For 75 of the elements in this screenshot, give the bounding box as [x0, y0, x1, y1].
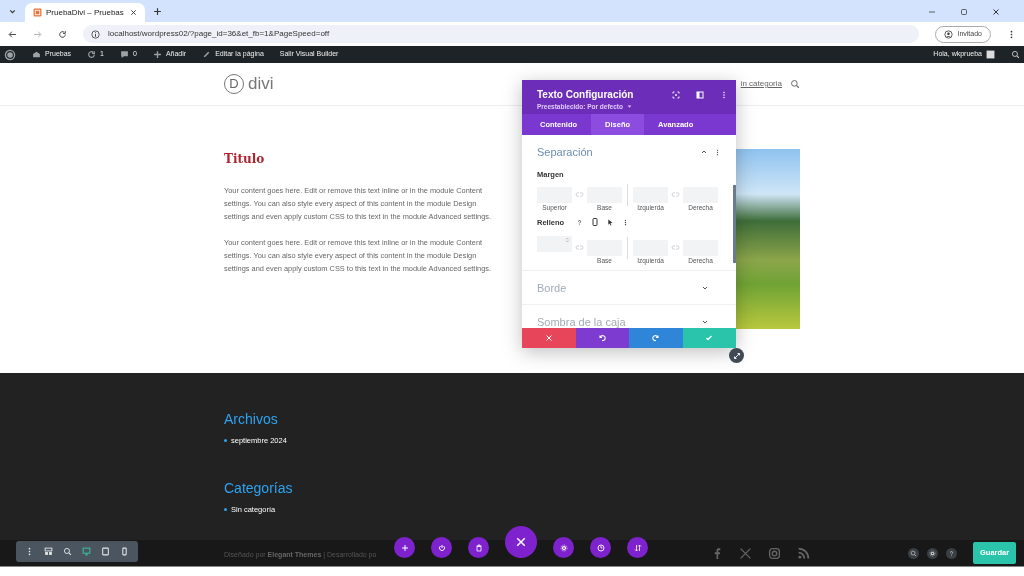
undo-icon	[598, 334, 607, 342]
rss-icon[interactable]	[797, 547, 810, 560]
sort-button[interactable]	[627, 537, 648, 558]
address-bar[interactable]: localhost/wordpress02/?page_id=36&et_fb=1&PageSpeed=off	[83, 25, 920, 43]
panel-title: Texto Configuración	[537, 88, 635, 102]
new-tab-icon[interactable]	[153, 7, 162, 16]
add-button[interactable]	[394, 537, 415, 558]
resize-handle[interactable]	[729, 348, 744, 363]
trash-icon	[474, 543, 483, 552]
expand-icon[interactable]	[672, 91, 680, 99]
favicon-icon	[33, 8, 42, 17]
pencil-icon	[202, 50, 212, 59]
power-icon	[437, 543, 446, 552]
resize-icon	[732, 351, 741, 360]
site-logo[interactable]: D divi	[224, 71, 274, 97]
caret-icon	[627, 104, 632, 110]
nav-link[interactable]: in categoria	[740, 78, 782, 90]
close-icon[interactable]	[130, 9, 137, 16]
avatar-icon	[986, 50, 995, 59]
close-icon	[515, 536, 527, 548]
checkmark-icon	[705, 334, 714, 342]
refresh-icon	[87, 50, 97, 59]
section-title[interactable]: Separación	[537, 144, 700, 161]
plus-icon	[152, 50, 162, 59]
settings-icon	[929, 549, 936, 557]
instagram-icon[interactable]	[768, 547, 781, 560]
power-button[interactable]	[431, 537, 452, 558]
sidebar-icon[interactable]	[696, 91, 704, 99]
maximize-icon[interactable]	[960, 8, 968, 16]
wireframe-icon[interactable]	[44, 547, 53, 556]
wordpress-logo-icon[interactable]	[4, 48, 16, 61]
cursor-icon[interactable]	[607, 218, 615, 226]
search-icon[interactable]	[1011, 50, 1020, 59]
phone-icon[interactable]	[591, 218, 600, 227]
url-text: localhost/wordpress02/?page_id=36&et_fb=1&PageSpeed=off	[108, 28, 330, 40]
zoom-icon[interactable]	[63, 547, 72, 556]
redo-icon	[651, 334, 660, 342]
search-button[interactable]	[908, 547, 919, 559]
tab-title: PruebaDivi – Pruebas	[46, 6, 125, 19]
search-icon[interactable]	[790, 79, 800, 89]
sort-icon	[633, 543, 642, 552]
help-icon	[948, 549, 955, 557]
info-icon	[91, 29, 100, 39]
dashboard-icon	[32, 50, 41, 59]
widget-title: Categorías	[224, 479, 294, 499]
search-icon	[910, 549, 917, 557]
close-icon	[544, 334, 553, 342]
clock-icon	[596, 543, 605, 552]
person-icon	[944, 29, 954, 39]
history-button[interactable]	[590, 537, 611, 558]
delete-button[interactable]	[468, 537, 489, 558]
heading: Titulo	[224, 151, 266, 168]
comment-icon	[120, 50, 129, 59]
facebook-icon[interactable]	[712, 547, 723, 560]
settings-button[interactable]	[927, 547, 938, 559]
plus-icon	[400, 543, 409, 552]
help-button[interactable]	[946, 547, 957, 559]
x-logo-icon[interactable]	[739, 547, 752, 560]
bullet	[224, 508, 227, 512]
close-button[interactable]	[505, 526, 537, 558]
bullet	[224, 439, 227, 443]
number-field[interactable]	[537, 235, 572, 252]
widget-title: Archivos	[224, 410, 279, 429]
settings-button[interactable]	[553, 537, 574, 558]
scrollbar[interactable]	[733, 185, 736, 263]
dropdown-icon[interactable]	[8, 7, 17, 16]
help-icon[interactable]	[576, 218, 584, 226]
gear-icon	[559, 543, 568, 552]
reload-icon[interactable]	[58, 29, 67, 39]
back-icon[interactable]	[8, 29, 17, 39]
monitor-icon[interactable]	[82, 547, 91, 556]
browser-tab[interactable]: PruebaDivi – Pruebas	[25, 3, 145, 22]
tablet-icon[interactable]	[101, 547, 110, 556]
close-icon[interactable]	[992, 8, 1000, 16]
menu-icon[interactable]	[714, 148, 721, 156]
